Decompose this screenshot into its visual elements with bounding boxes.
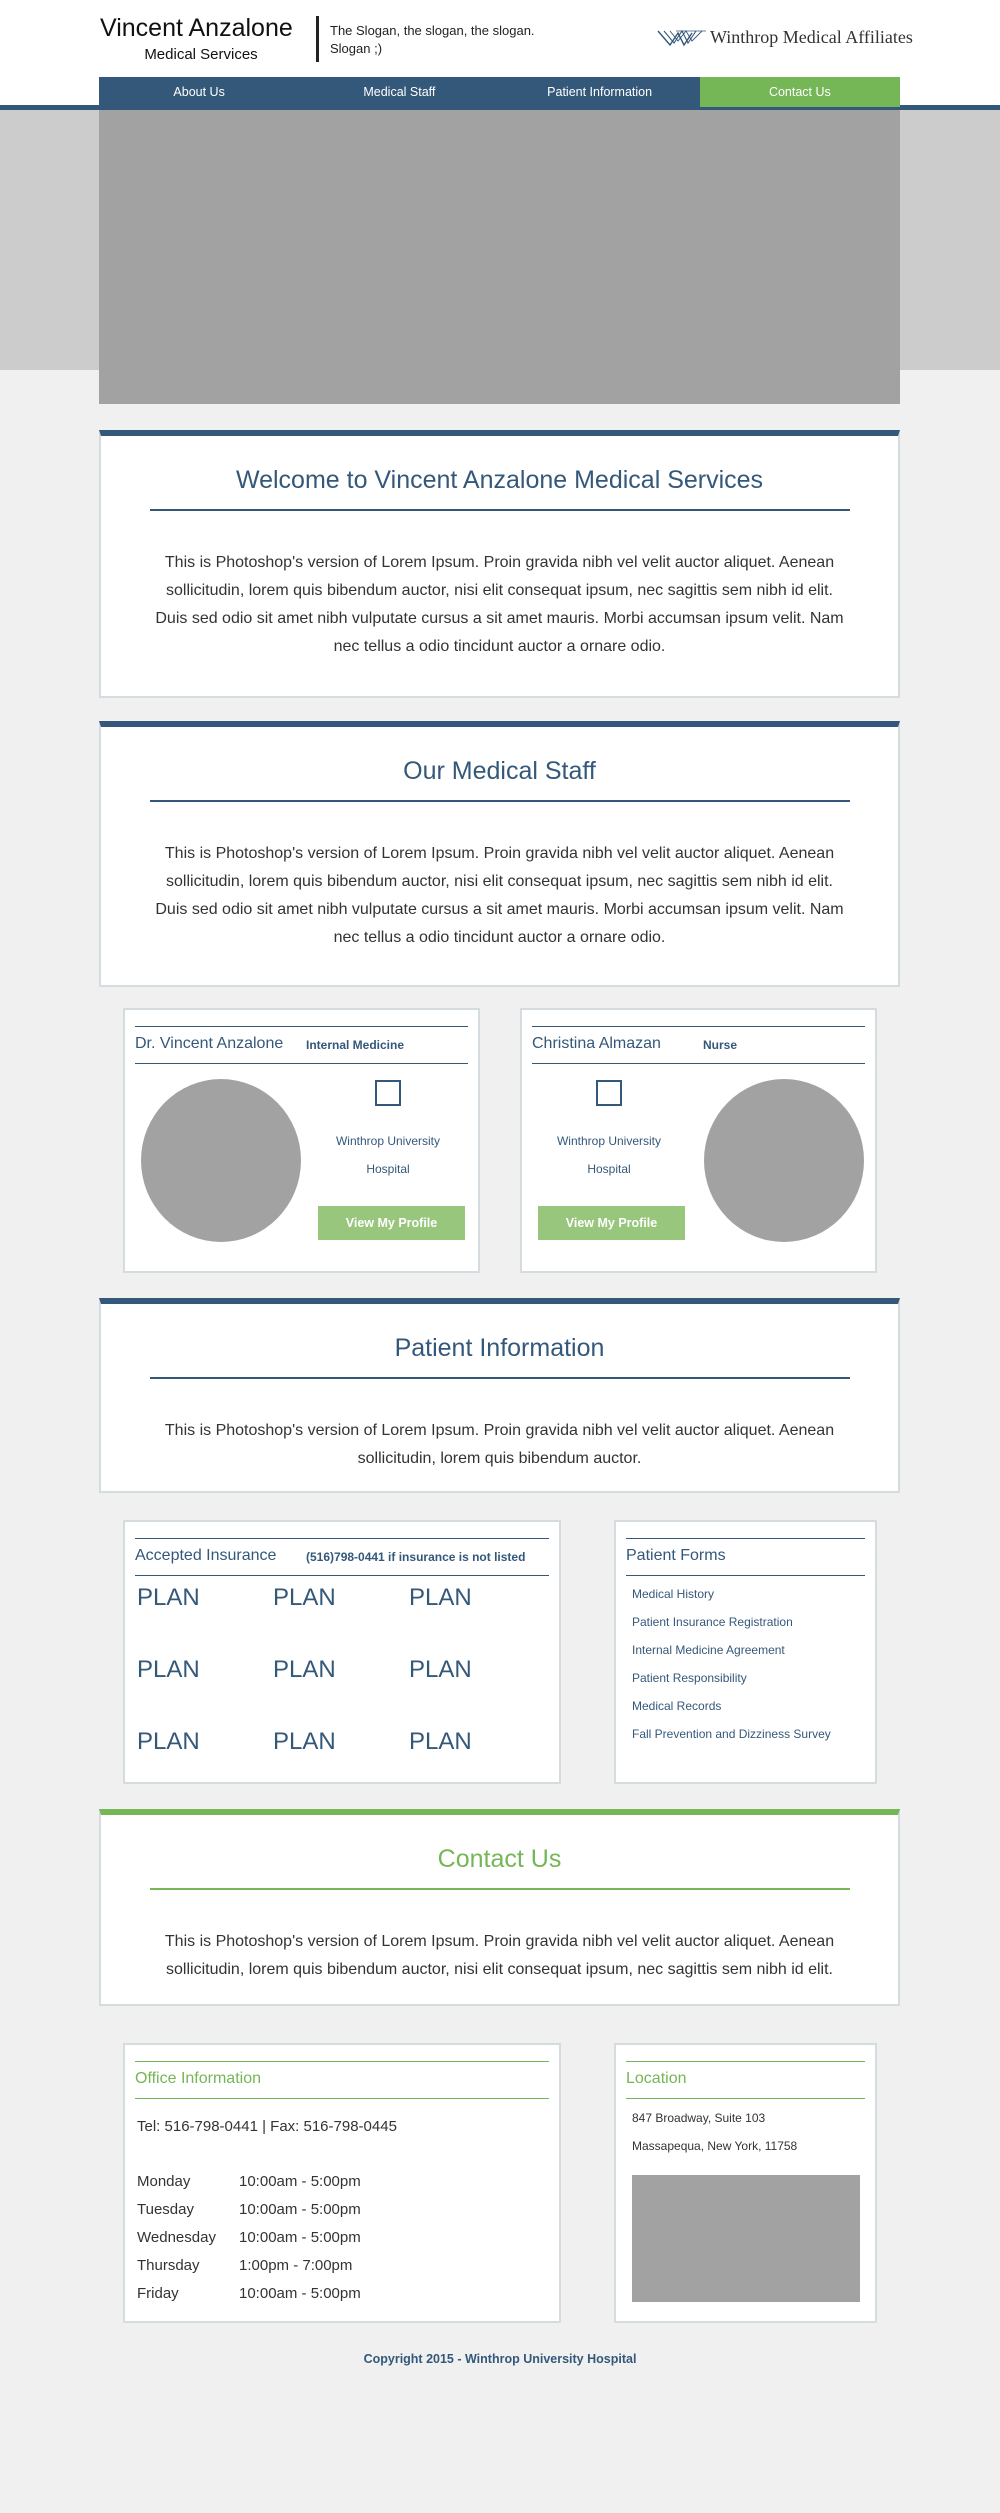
medical-staff-section: Our Medical Staff This is Photoshop's ve… bbox=[99, 721, 900, 987]
address-line: Massapequa, New York, 11758 bbox=[632, 2139, 798, 2153]
hospital-line: Winthrop University bbox=[335, 1134, 441, 1148]
logo-text: Winthrop Medical Affiliates bbox=[710, 26, 913, 47]
insurance-plan: PLAN bbox=[137, 1728, 200, 1755]
insurance-plan: PLAN bbox=[273, 1656, 336, 1683]
office-phone-fax: Tel: 516-798-0441 | Fax: 516-798-0445 bbox=[137, 2118, 397, 2135]
staff-card: Dr. Vincent Anzalone Internal Medicine W… bbox=[123, 1008, 480, 1273]
office-info-card: Office Information Tel: 516-798-0441 | F… bbox=[123, 2043, 561, 2323]
welcome-title: Welcome to Vincent Anzalone Medical Serv… bbox=[235, 466, 764, 494]
insurance-plan: PLAN bbox=[137, 1656, 200, 1683]
staff-checkbox[interactable] bbox=[596, 1080, 622, 1106]
staff-name[interactable]: Dr. Vincent Anzalone bbox=[135, 1035, 283, 1053]
forms-card-header: Patient Forms bbox=[626, 1538, 865, 1576]
brand-subtitle: Medical Services bbox=[144, 46, 258, 63]
staff-role: Internal Medicine bbox=[306, 1038, 405, 1052]
map-placeholder[interactable] bbox=[632, 2175, 860, 2302]
section-rule bbox=[149, 800, 850, 802]
hours-row: Wednesday 10:00am - 5:00pm bbox=[137, 2229, 361, 2246]
insurance-plan: PLAN bbox=[137, 1584, 200, 1611]
form-link-insurance-registration[interactable]: Patient Insurance Registration bbox=[632, 1615, 793, 1629]
insurance-card: Accepted Insurance (516)798-0441 if insu… bbox=[123, 1520, 561, 1784]
office-title: Office Information bbox=[135, 2070, 261, 2087]
section-rule bbox=[149, 509, 850, 511]
staff-hospital: Winthrop University Hospital bbox=[313, 1127, 463, 1183]
staff-hospital: Winthrop University Hospital bbox=[534, 1127, 684, 1183]
hero-image-placeholder bbox=[99, 110, 900, 404]
section-rule bbox=[149, 1888, 850, 1890]
office-card-header: Office Information bbox=[135, 2061, 549, 2099]
hours-time: 10:00am - 5:00pm bbox=[239, 2285, 361, 2302]
form-link-patient-responsibility[interactable]: Patient Responsibility bbox=[632, 1671, 747, 1685]
address-line: 847 Broadway, Suite 103 bbox=[632, 2111, 766, 2125]
form-link-internal-medicine-agreement[interactable]: Internal Medicine Agreement bbox=[632, 1643, 785, 1657]
slogan: The Slogan, the slogan, the slogan. Slog… bbox=[330, 23, 535, 56]
form-link-fall-prevention-survey[interactable]: Fall Prevention and Dizziness Survey bbox=[632, 1727, 831, 1741]
hours-day: Wednesday bbox=[137, 2229, 216, 2246]
hospital-line: Hospital bbox=[587, 1162, 631, 1176]
hours-row: Friday 10:00am - 5:00pm bbox=[137, 2285, 361, 2302]
staff-body: This is Photoshop's version of Lorem Ips… bbox=[155, 845, 844, 946]
main-nav: About Us Medical Staff Patient Informati… bbox=[99, 77, 900, 107]
welcome-section: Welcome to Vincent Anzalone Medical Serv… bbox=[99, 430, 900, 698]
insurance-plan: PLAN bbox=[273, 1728, 336, 1755]
hours-row: Tuesday 10:00am - 5:00pm bbox=[137, 2201, 361, 2218]
hours-row: Thursday 1:00pm - 7:00pm bbox=[137, 2257, 352, 2274]
hospital-line: Winthrop University bbox=[556, 1134, 662, 1148]
patient-information-section: Patient Information This is Photoshop's … bbox=[99, 1298, 900, 1493]
form-link-medical-history[interactable]: Medical History bbox=[632, 1587, 714, 1601]
staff-title: Our Medical Staff bbox=[403, 757, 596, 785]
insurance-plan: PLAN bbox=[273, 1584, 336, 1611]
hospital-line: Hospital bbox=[366, 1162, 410, 1176]
hours-day: Thursday bbox=[137, 2257, 200, 2274]
insurance-title: Accepted Insurance bbox=[135, 1547, 277, 1564]
winthrop-logo[interactable]: Winthrop Medical Affiliates bbox=[656, 24, 913, 50]
section-rule bbox=[149, 1377, 850, 1379]
hours-day: Tuesday bbox=[137, 2201, 194, 2218]
contact-title: Contact Us bbox=[437, 1845, 562, 1873]
staff-card-header: Dr. Vincent Anzalone Internal Medicine bbox=[135, 1026, 468, 1064]
nav-medical-staff[interactable]: Medical Staff bbox=[299, 77, 500, 107]
patient-info-title: Patient Information bbox=[394, 1334, 605, 1362]
view-profile-button[interactable]: View My Profile bbox=[538, 1206, 685, 1240]
nav-contact-us[interactable]: Contact Us bbox=[699, 77, 900, 107]
nav-about-us[interactable]: About Us bbox=[99, 77, 300, 107]
location-card-header: Location bbox=[626, 2061, 865, 2099]
insurance-plan: PLAN bbox=[409, 1584, 472, 1611]
patient-info-body: This is Photoshop's version of Lorem Ips… bbox=[164, 1422, 835, 1467]
staff-photo-placeholder bbox=[704, 1079, 864, 1242]
hours-day: Friday bbox=[137, 2285, 179, 2302]
winthrop-wave-icon bbox=[657, 29, 706, 47]
hours-day: Monday bbox=[137, 2173, 191, 2190]
hours-time: 10:00am - 5:00pm bbox=[239, 2229, 361, 2246]
view-profile-button[interactable]: View My Profile bbox=[318, 1206, 465, 1240]
hours-row: Monday 10:00am - 5:00pm bbox=[137, 2173, 361, 2190]
nav-patient-information[interactable]: Patient Information bbox=[499, 77, 700, 107]
staff-photo-placeholder bbox=[141, 1079, 301, 1242]
staff-card: Christina Almazan Nurse Winthrop Univers… bbox=[520, 1008, 877, 1273]
insurance-card-header: Accepted Insurance (516)798-0441 if insu… bbox=[135, 1538, 549, 1576]
header-divider bbox=[316, 16, 319, 62]
hours-time: 10:00am - 5:00pm bbox=[239, 2201, 361, 2218]
staff-name[interactable]: Christina Almazan bbox=[532, 1035, 661, 1053]
location-title: Location bbox=[626, 2070, 687, 2087]
staff-card-header: Christina Almazan Nurse bbox=[532, 1026, 865, 1064]
location-card: Location 847 Broadway, Suite 103 Massape… bbox=[614, 2043, 877, 2323]
insurance-note: (516)798-0441 if insurance is not listed bbox=[306, 1550, 526, 1564]
hours-time: 1:00pm - 7:00pm bbox=[239, 2257, 353, 2274]
insurance-plan: PLAN bbox=[409, 1656, 472, 1683]
patient-forms-card: Patient Forms Medical History Patient In… bbox=[614, 1520, 877, 1784]
staff-role: Nurse bbox=[703, 1038, 738, 1052]
copyright-text: Copyright 2015 - Winthrop University Hos… bbox=[363, 2352, 637, 2366]
forms-title: Patient Forms bbox=[626, 1547, 726, 1564]
form-link-medical-records[interactable]: Medical Records bbox=[632, 1699, 721, 1713]
contact-section: Contact Us This is Photoshop's version o… bbox=[99, 1809, 900, 2006]
brand-name[interactable]: Vincent Anzalone bbox=[100, 14, 293, 43]
staff-checkbox[interactable] bbox=[375, 1080, 401, 1106]
welcome-body: This is Photoshop's version of Lorem Ips… bbox=[155, 554, 844, 655]
insurance-plan: PLAN bbox=[409, 1728, 472, 1755]
hours-time: 10:00am - 5:00pm bbox=[239, 2173, 361, 2190]
contact-body: This is Photoshop's version of Lorem Ips… bbox=[164, 1933, 835, 1978]
